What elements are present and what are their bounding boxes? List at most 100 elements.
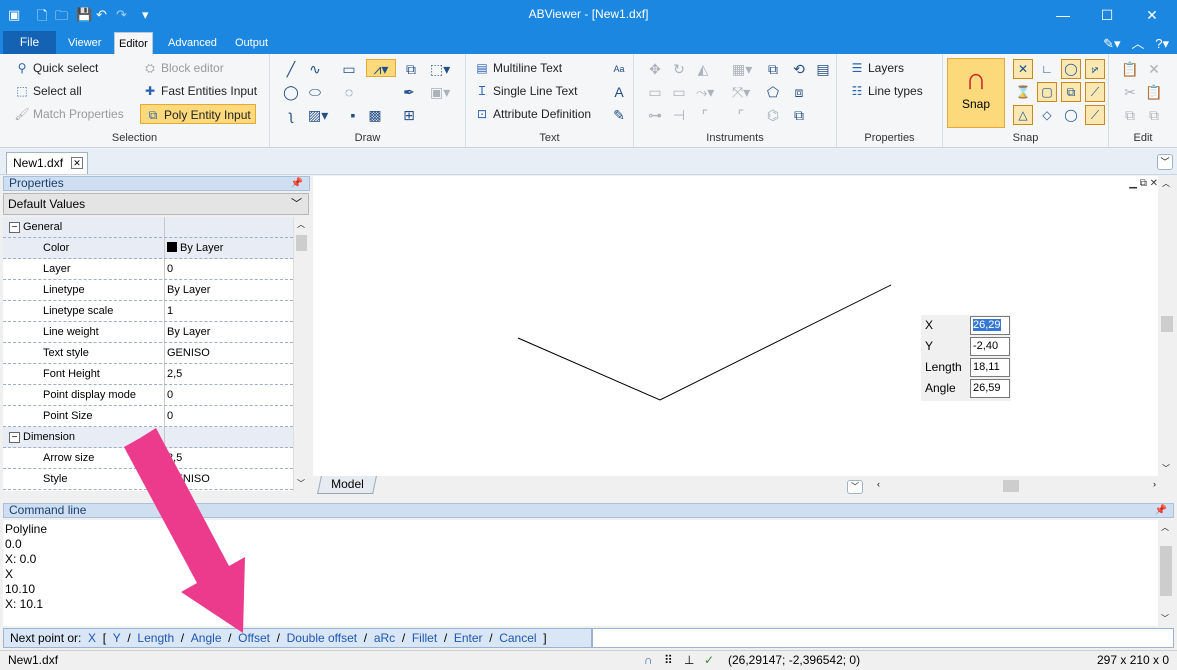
snap-quadrant-icon[interactable]: ▢: [1037, 82, 1057, 102]
help-icon[interactable]: ?▾: [1155, 36, 1169, 51]
x-coordinate-input[interactable]: 26,29: [970, 316, 1010, 335]
property-row[interactable]: Line weight By Layer: [3, 322, 293, 343]
wipeout-icon[interactable]: ▣▾: [430, 83, 450, 101]
line-icon[interactable]: ╱: [282, 60, 300, 78]
polyline-icon[interactable]: ⩘▾: [366, 59, 396, 77]
close-button[interactable]: ✕: [1137, 4, 1167, 26]
text-font-icon[interactable]: A: [610, 83, 628, 101]
option-y[interactable]: Y: [113, 631, 121, 645]
ellipse-icon[interactable]: ⬭: [306, 83, 324, 101]
canvas-vertical-scrollbar[interactable]: ︿ ﹀: [1159, 176, 1175, 476]
scale-icon[interactable]: ▭: [646, 83, 664, 101]
option-length[interactable]: Length: [137, 631, 174, 645]
line-types-button[interactable]: ☷ Line types: [849, 81, 923, 101]
property-row[interactable]: Linetype scale 1: [3, 301, 293, 322]
snap-perpendicular-icon[interactable]: ∟: [1037, 59, 1057, 79]
property-row[interactable]: Point Size 0: [3, 406, 293, 427]
tab-file[interactable]: File: [3, 31, 56, 54]
ortho-toggle-icon[interactable]: ⊥: [684, 651, 694, 669]
point-icon[interactable]: ▪: [344, 106, 362, 124]
match-properties-button[interactable]: 🖌 Match Properties: [14, 104, 123, 124]
regen-icon[interactable]: ⟲: [790, 60, 808, 78]
option-angle[interactable]: Angle: [191, 631, 222, 645]
command-history-scrollbar[interactable]: ︿ ﹀: [1158, 520, 1174, 626]
close-tab-icon[interactable]: ✕: [71, 157, 83, 169]
snap-parallel-icon[interactable]: ⟋: [1085, 105, 1105, 125]
snap-insert-icon[interactable]: ⧉: [1061, 82, 1081, 102]
snap-midpoint-icon[interactable]: △: [1013, 105, 1033, 125]
insert-block-icon[interactable]: ⧉: [402, 60, 420, 78]
layers-button[interactable]: ☰ Layers: [849, 58, 904, 78]
hatch-icon[interactable]: ▨▾: [308, 106, 328, 124]
tab-advanced[interactable]: Advanced: [164, 32, 221, 54]
snap-nearest-icon[interactable]: ⟋: [1085, 82, 1105, 102]
property-row[interactable]: Font Height 2,5: [3, 364, 293, 385]
join-icon[interactable]: ⌬: [764, 106, 782, 124]
single-line-text-button[interactable]: Ｉ Single Line Text: [474, 81, 578, 101]
snap-node-icon[interactable]: ◇: [1037, 105, 1057, 125]
minimize-button[interactable]: —: [1048, 4, 1078, 26]
tab-output[interactable]: Output: [231, 32, 272, 54]
section-general[interactable]: − General: [3, 217, 293, 238]
collapse-ribbon-icon[interactable]: ︿: [1131, 36, 1144, 51]
rotate-icon[interactable]: ↻: [670, 60, 688, 78]
text-style-icon[interactable]: Aa: [610, 60, 628, 78]
y-coordinate-input[interactable]: -2,40: [970, 337, 1010, 356]
tab-model[interactable]: Model: [317, 476, 377, 494]
option-double-offset[interactable]: Double offset: [287, 631, 358, 645]
property-row[interactable]: Linetype By Layer: [3, 280, 293, 301]
circle-icon[interactable]: ◯: [282, 83, 300, 101]
collapse-icon[interactable]: −: [9, 432, 20, 443]
style-icon[interactable]: ✎▾: [1103, 36, 1120, 51]
pen-icon[interactable]: ✒: [400, 83, 418, 101]
ribbon-options[interactable]: ✎▾ ︿ ?▾: [1103, 33, 1169, 52]
stretch-icon[interactable]: ▭: [670, 83, 688, 101]
offset-icon[interactable]: ⊶: [646, 106, 664, 124]
table-icon[interactable]: ⊞: [400, 106, 418, 124]
tab-editor[interactable]: Editor: [114, 32, 153, 54]
rectangle-icon[interactable]: ▭: [340, 60, 358, 78]
break-icon[interactable]: ⤧▾: [732, 83, 750, 101]
snap-toggle-icon[interactable]: ∩: [644, 651, 653, 669]
copy-entity-icon[interactable]: ⧉: [764, 60, 782, 78]
snap-center-icon[interactable]: ◯: [1061, 59, 1081, 79]
array-icon[interactable]: ▦▾: [732, 60, 752, 78]
quick-select-button[interactable]: ⚲ Quick select: [14, 58, 99, 78]
snap-button[interactable]: ∩ Snap: [947, 58, 1005, 128]
scroll-left-icon[interactable]: ‹: [877, 479, 880, 489]
grid-toggle-icon[interactable]: ⠿: [664, 651, 673, 669]
multiline-text-button[interactable]: ▤ Multiline Text: [474, 58, 562, 78]
edit-text-icon[interactable]: ✎: [610, 106, 628, 124]
tab-viewer[interactable]: Viewer: [64, 32, 105, 54]
scroll-up-icon[interactable]: ︿: [1161, 522, 1169, 533]
pin-icon[interactable]: 📌: [291, 177, 303, 190]
copy-base-icon[interactable]: ⧉: [1145, 106, 1163, 124]
option-x[interactable]: X: [88, 631, 96, 645]
option-fillet[interactable]: Fillet: [412, 631, 437, 645]
copy-icon[interactable]: ⧉: [1121, 106, 1139, 124]
snap-endpoint-icon[interactable]: ⌛: [1013, 82, 1033, 102]
snap-tangent-icon[interactable]: ⦬: [1085, 59, 1105, 79]
mirror-icon[interactable]: ◭: [694, 60, 712, 78]
paste-special-icon[interactable]: 📋: [1145, 83, 1163, 101]
property-row[interactable]: Color By Layer: [3, 238, 293, 259]
scroll-down-icon[interactable]: ﹀: [297, 478, 305, 489]
section-dimension[interactable]: − Dimension: [3, 427, 293, 448]
send-back-icon[interactable]: ⧉: [790, 106, 808, 124]
properties-scrollbar[interactable]: ︿ ﹀: [293, 217, 309, 491]
trim-icon[interactable]: ⊣: [670, 106, 688, 124]
poly-entity-input-button[interactable]: ⧉ Poly Entity Input: [140, 104, 256, 124]
scroll-up-icon[interactable]: ︿: [297, 219, 305, 230]
scroll-down-icon[interactable]: ﹀: [1162, 463, 1170, 474]
snap-apparent-icon[interactable]: ◯: [1061, 105, 1081, 125]
bring-front-icon[interactable]: ⧈: [790, 83, 808, 101]
maximize-button[interactable]: ☐: [1092, 4, 1122, 26]
collapse-icon[interactable]: −: [9, 222, 20, 233]
canvas-horizontal-scrollbar[interactable]: ‹ ›: [875, 478, 1160, 494]
fillet-icon[interactable]: ⌜: [696, 106, 714, 124]
curve-icon[interactable]: ʅ: [282, 106, 300, 124]
paste-icon[interactable]: 📋: [1121, 60, 1139, 78]
document-tab[interactable]: New1.dxf ✕: [6, 152, 88, 174]
scroll-up-icon[interactable]: ︿: [1162, 178, 1170, 189]
length-input[interactable]: 18,11: [970, 358, 1010, 377]
